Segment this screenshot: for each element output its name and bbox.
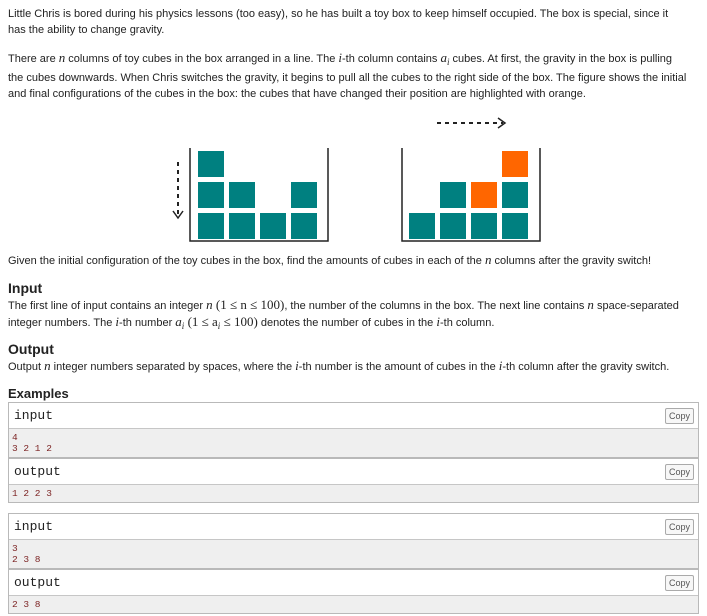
copy-button[interactable]: Copy <box>665 519 694 535</box>
input-text: , the number of the columns in the box. … <box>284 300 588 312</box>
cube-before <box>198 182 224 208</box>
input-text: integer numbers. The <box>8 317 116 329</box>
output-line: 2 3 8 <box>12 599 41 610</box>
desc-text: There are <box>8 53 59 65</box>
example-output-content: 1 2 2 3 <box>9 485 698 502</box>
input-label: input <box>14 408 54 423</box>
output-text: -th column after the gravity switch. <box>502 361 670 373</box>
example-input-content: 3 2 3 8 <box>9 540 698 568</box>
math-range: (1 ≤ a <box>184 314 218 329</box>
cube-after <box>471 182 497 208</box>
cube-before <box>198 213 224 239</box>
cube-before <box>291 182 317 208</box>
example-2-input: input Copy 3 2 3 8 <box>8 513 699 569</box>
cubes-after <box>409 151 528 239</box>
task-text: Given the initial configuration of the t… <box>8 255 485 267</box>
desc-line-3: and final configurations of the cubes in… <box>8 88 586 101</box>
cube-before <box>229 213 255 239</box>
cube-before <box>229 182 255 208</box>
example-1-output: output Copy 1 2 2 3 <box>8 458 699 503</box>
statement-description: There are n columns of toy cubes in the … <box>8 50 698 102</box>
copy-button[interactable]: Copy <box>665 575 694 591</box>
copy-button[interactable]: Copy <box>665 408 694 424</box>
copy-button[interactable]: Copy <box>665 464 694 480</box>
cube-after <box>440 213 466 239</box>
output-label: output <box>14 575 61 590</box>
output-label: output <box>14 464 61 479</box>
cube-after <box>502 151 528 177</box>
cube-before <box>198 151 224 177</box>
input-text: The first line of input contains an inte… <box>8 300 207 312</box>
example-output-content: 2 3 8 <box>9 596 698 613</box>
cube-after <box>440 182 466 208</box>
intro-line-2: has the ability to change gravity. <box>8 24 165 36</box>
desc-text: columns of toy cubes in the box arranged… <box>65 53 339 65</box>
intro-line-1: Little Chris is bored during his physics… <box>8 8 669 20</box>
input-section-title: Input <box>8 280 43 296</box>
output-text: integer numbers separated by spaces, whe… <box>50 361 296 373</box>
input-line: 3 2 1 2 <box>12 443 52 454</box>
output-section-title: Output <box>8 341 54 357</box>
gravity-down-arrow-icon <box>172 162 184 220</box>
input-section-text: The first line of input contains an inte… <box>8 297 698 334</box>
math-range: (1 ≤ n ≤ 100) <box>212 297 285 312</box>
examples-title: Examples <box>8 386 69 401</box>
cubes-before <box>198 151 317 239</box>
cube-before <box>291 213 317 239</box>
input-text: -th column. <box>439 317 495 329</box>
example-1-input: input Copy 4 3 2 1 2 <box>8 402 699 458</box>
task-sentence: Given the initial configuration of the t… <box>8 252 698 269</box>
input-text: denotes the number of cubes in the <box>257 317 437 329</box>
gravity-figure <box>172 117 541 242</box>
example-2-output: output Copy 2 3 8 <box>8 569 699 614</box>
output-line: 1 2 2 3 <box>12 488 52 499</box>
gravity-right-arrow-icon <box>437 117 507 129</box>
example-input-content: 4 3 2 1 2 <box>9 429 698 457</box>
desc-text: -th column contains <box>342 53 441 65</box>
example-output-header: output Copy <box>9 459 698 485</box>
input-line: 3 <box>12 543 18 554</box>
desc-text: cubes. At first, the gravity in the box … <box>449 53 673 65</box>
output-section-text: Output n integer numbers separated by sp… <box>8 358 698 375</box>
input-text: space-separated <box>593 300 679 312</box>
output-text: -th number is the amount of cubes in the <box>298 361 499 373</box>
task-text: columns after the gravity switch! <box>491 255 652 267</box>
cube-after <box>502 182 528 208</box>
cube-after <box>409 213 435 239</box>
math-range: ≤ 100) <box>220 314 258 329</box>
example-output-header: output Copy <box>9 570 698 596</box>
input-line: 4 <box>12 432 18 443</box>
cube-after <box>471 213 497 239</box>
example-input-header: input Copy <box>9 514 698 540</box>
desc-line-2: the cubes downwards. When Chris switches… <box>8 72 687 85</box>
input-label: input <box>14 519 54 534</box>
cube-after <box>502 213 528 239</box>
output-text: Output <box>8 361 45 373</box>
input-line: 2 3 8 <box>12 554 41 565</box>
statement-intro: Little Chris is bored during his physics… <box>8 6 698 38</box>
example-input-header: input Copy <box>9 403 698 429</box>
input-text: -th number <box>119 317 176 329</box>
cube-before <box>260 213 286 239</box>
